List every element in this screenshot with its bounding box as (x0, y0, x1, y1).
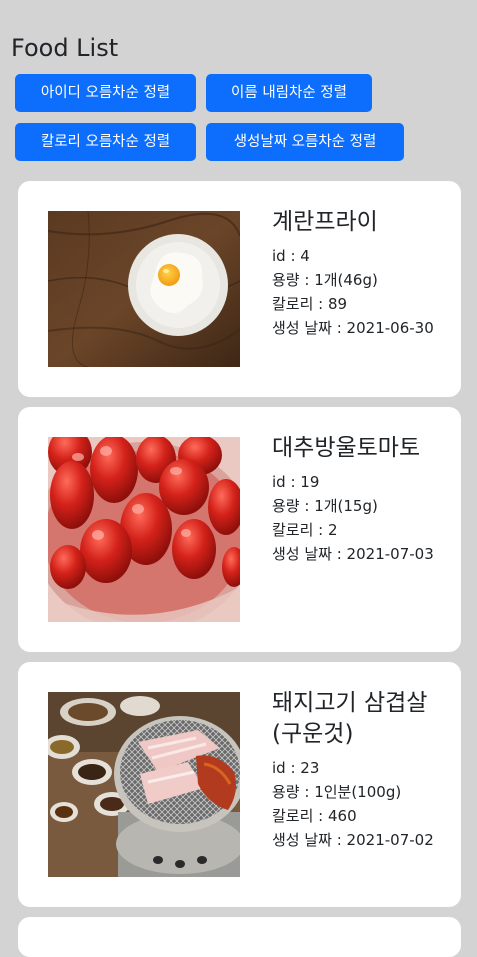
food-id: id : 19 (272, 473, 320, 491)
food-serving: 용량 : 1개(15g) (272, 497, 378, 515)
food-card: 계란프라이 id : 4 용량 : 1개(46g) 칼로리 : 89 생성 날짜… (18, 181, 461, 397)
food-name: 돼지고기 삼겹살(구운것) (272, 690, 428, 747)
food-card: 돼지고기 삼겹살(구운것) id : 23 용량 : 1인분(100g) 칼로리… (18, 662, 461, 907)
food-name: 대추방울토마토 (272, 435, 421, 461)
cherry-tomato-photo (48, 437, 240, 622)
food-calorie: 칼로리 : 460 (272, 807, 357, 825)
sort-by-name-desc-button[interactable]: 이름 내림차순 정렬 (206, 74, 372, 112)
grilled-pork-belly-photo (48, 692, 240, 877)
food-id: id : 23 (272, 759, 320, 777)
food-id: id : 4 (272, 247, 310, 265)
food-created-date: 생성 날짜 : 2021-07-02 (272, 831, 434, 849)
sort-by-created-date-asc-button[interactable]: 생성날짜 오름차순 정렬 (206, 123, 404, 161)
fried-egg-photo (48, 211, 240, 367)
food-card (18, 917, 461, 957)
food-created-date: 생성 날짜 : 2021-07-03 (272, 545, 434, 563)
food-serving: 용량 : 1개(46g) (272, 271, 378, 289)
food-calorie: 칼로리 : 2 (272, 521, 338, 539)
food-calorie: 칼로리 : 89 (272, 295, 348, 313)
sort-by-calorie-asc-button[interactable]: 칼로리 오름차순 정렬 (15, 123, 196, 161)
food-card: 대추방울토마토 id : 19 용량 : 1개(15g) 칼로리 : 2 생성 … (18, 407, 461, 652)
page-title: Food List (11, 34, 119, 62)
food-name: 계란프라이 (272, 209, 378, 235)
food-info: 대추방울토마토 id : 19 용량 : 1개(15g) 칼로리 : 2 생성 … (272, 433, 442, 566)
food-info: 계란프라이 id : 4 용량 : 1개(46g) 칼로리 : 89 생성 날짜… (272, 207, 442, 340)
food-created-date: 생성 날짜 : 2021-06-30 (272, 319, 434, 337)
food-info: 돼지고기 삼겹살(구운것) id : 23 용량 : 1인분(100g) 칼로리… (272, 688, 442, 852)
food-serving: 용량 : 1인분(100g) (272, 783, 402, 801)
sort-by-id-asc-button[interactable]: 아이디 오름차순 정렬 (15, 74, 196, 112)
